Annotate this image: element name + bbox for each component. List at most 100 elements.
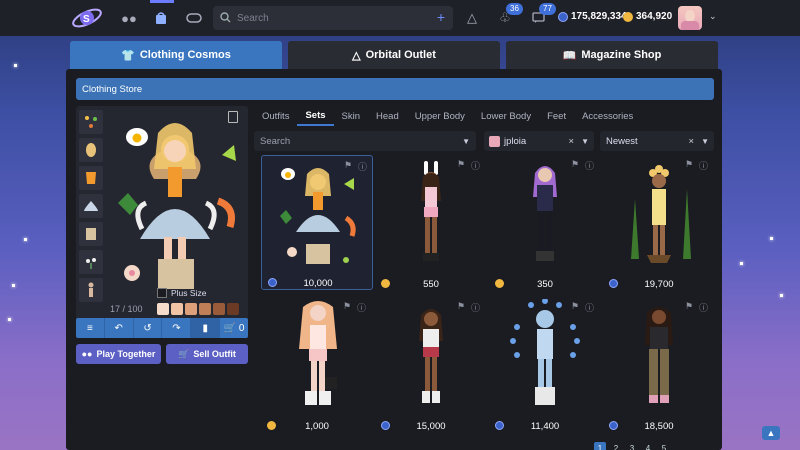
clear-icon[interactable]: ×	[688, 136, 694, 147]
page-button[interactable]: 3	[626, 442, 638, 450]
blue-coin-icon	[558, 12, 568, 22]
tag-icon[interactable]: ⚑	[457, 159, 465, 170]
tab-lower-body[interactable]: Lower Body	[473, 106, 539, 126]
item-card[interactable]: ⚑ ⓘ 15,000	[375, 297, 487, 432]
info-icon[interactable]: ⓘ	[585, 301, 594, 314]
tab-label: Orbital Outlet	[365, 49, 436, 61]
info-icon[interactable]: ⓘ	[471, 159, 480, 172]
blue-currency-amount: 175,829,334	[571, 11, 627, 22]
undo-all-icon[interactable]: ↺	[134, 318, 163, 338]
chevron-down-icon[interactable]: ▼	[581, 137, 589, 146]
category-accessories-icon[interactable]	[79, 110, 103, 134]
chevron-down-icon[interactable]: ⌄	[709, 11, 717, 22]
global-search-bar[interactable]: Search +	[213, 6, 453, 30]
star-decoration	[740, 262, 743, 265]
page-button[interactable]: 1	[594, 442, 606, 450]
svg-text:S: S	[83, 14, 90, 25]
add-icon[interactable]: +	[437, 9, 445, 25]
user-avatar[interactable]	[678, 6, 702, 30]
info-icon[interactable]: ⓘ	[699, 159, 708, 172]
planet-logo-icon[interactable]: S	[70, 4, 104, 32]
info-icon[interactable]: ⓘ	[699, 301, 708, 314]
item-price: 10,000	[303, 278, 333, 289]
skin-tone-swatch[interactable]	[157, 303, 169, 315]
page-button[interactable]: 2	[610, 442, 622, 450]
shirt-icon: 👕	[121, 49, 135, 62]
item-price: 15,000	[416, 421, 446, 432]
info-icon[interactable]: ⓘ	[585, 159, 594, 172]
skin-tone-swatch[interactable]	[213, 303, 225, 315]
gamepad-icon[interactable]	[185, 9, 203, 27]
category-shoes-icon[interactable]	[79, 222, 103, 246]
tab-accessories[interactable]: Accessories	[574, 106, 641, 126]
item-counter: 17 / 100	[110, 304, 143, 314]
search-placeholder: Search	[237, 12, 269, 24]
undo-icon[interactable]: ↶	[105, 318, 134, 338]
plus-size-label: Plus Size	[171, 288, 207, 298]
item-card[interactable]: ⚑ ⓘ 11,400	[489, 297, 601, 432]
hanger-icon[interactable]: △	[463, 9, 481, 27]
tab-head[interactable]: Head	[368, 106, 407, 126]
tag-icon[interactable]: ⚑	[685, 301, 693, 312]
pagination: 1 2 3 4 5	[594, 442, 670, 450]
skin-tone-swatch[interactable]	[199, 303, 211, 315]
tab-label: Magazine Shop	[581, 49, 662, 61]
tab-orbital-outlet[interactable]: △ Orbital Outlet	[288, 41, 500, 69]
search-icon	[220, 12, 231, 23]
category-top-icon[interactable]	[79, 166, 103, 190]
sell-outfit-button[interactable]: 🛒 Sell Outfit	[166, 344, 248, 364]
sell-icon: 🛒	[178, 348, 190, 359]
category-skirt-icon[interactable]	[79, 194, 103, 218]
messages-badge: 77	[539, 3, 556, 15]
top-navigation-bar: S ●● Search + △ ♧ 36 77 175,829,334 364,…	[0, 0, 800, 36]
item-card[interactable]: ⚑ ⓘ 10,000	[261, 155, 373, 290]
tab-sets[interactable]: Sets	[297, 106, 334, 126]
scroll-to-top-button[interactable]: ▲	[762, 426, 780, 440]
cart-button[interactable]: 🛒 0	[220, 318, 248, 338]
page-button[interactable]: 5	[658, 442, 670, 450]
community-icon[interactable]: ●●	[120, 9, 138, 27]
redo-icon[interactable]: ↷	[162, 318, 192, 338]
tab-feet[interactable]: Feet	[539, 106, 574, 126]
clear-list-icon[interactable]: ≡	[76, 318, 105, 338]
skin-tone-swatch[interactable]	[171, 303, 183, 315]
folder-icon[interactable]: ▮	[191, 318, 221, 338]
item-card[interactable]: ⚑ ⓘ 550	[375, 155, 487, 290]
item-card[interactable]: ⚑ ⓘ 1,000	[261, 297, 373, 432]
item-card[interactable]: ⚑ ⓘ 19,700	[603, 155, 715, 290]
notifications-badge: 36	[506, 3, 523, 15]
chevron-down-icon[interactable]: ▼	[701, 137, 709, 146]
category-flowers-icon[interactable]	[79, 250, 103, 274]
tab-upper-body[interactable]: Upper Body	[407, 106, 473, 126]
tab-clothing-cosmos[interactable]: 👕 Clothing Cosmos	[70, 41, 282, 69]
copy-icon[interactable]	[228, 111, 238, 123]
play-together-button[interactable]: ●● Play Together	[76, 344, 161, 364]
item-price: 11,400	[530, 421, 560, 432]
tag-icon[interactable]: ⚑	[571, 159, 579, 170]
sort-select[interactable]: Newest × ▼	[600, 131, 714, 151]
item-card[interactable]: ⚑ ⓘ 350	[489, 155, 601, 290]
clear-icon[interactable]: ×	[568, 136, 574, 147]
creator-avatar	[489, 135, 500, 147]
category-hair-icon[interactable]	[79, 138, 103, 162]
tag-icon[interactable]: ⚑	[457, 301, 465, 312]
tab-outfits[interactable]: Outfits	[254, 106, 297, 126]
plus-size-toggle[interactable]: Plus Size	[157, 288, 206, 298]
shop-bag-icon[interactable]	[152, 9, 170, 27]
skin-tone-swatch[interactable]	[227, 303, 239, 315]
store-title: Clothing Store	[82, 83, 143, 95]
item-price: 350	[537, 279, 553, 290]
item-search-input[interactable]: Search ▼	[254, 131, 476, 151]
item-card[interactable]: ⚑ ⓘ 18,500	[603, 297, 715, 432]
plus-size-checkbox[interactable]	[157, 288, 167, 298]
creator-filter[interactable]: jploia × ▼	[484, 131, 594, 151]
page-button[interactable]: 4	[642, 442, 654, 450]
chevron-down-icon[interactable]: ▼	[462, 137, 470, 146]
category-body-icon[interactable]	[79, 278, 103, 302]
info-icon[interactable]: ⓘ	[357, 301, 366, 314]
tab-magazine-shop[interactable]: 📖 Magazine Shop	[506, 41, 718, 69]
tab-skin[interactable]: Skin	[334, 106, 368, 126]
skin-tone-swatch[interactable]	[185, 303, 197, 315]
info-icon[interactable]: ⓘ	[471, 301, 480, 314]
cart-icon: 🛒	[223, 322, 237, 334]
